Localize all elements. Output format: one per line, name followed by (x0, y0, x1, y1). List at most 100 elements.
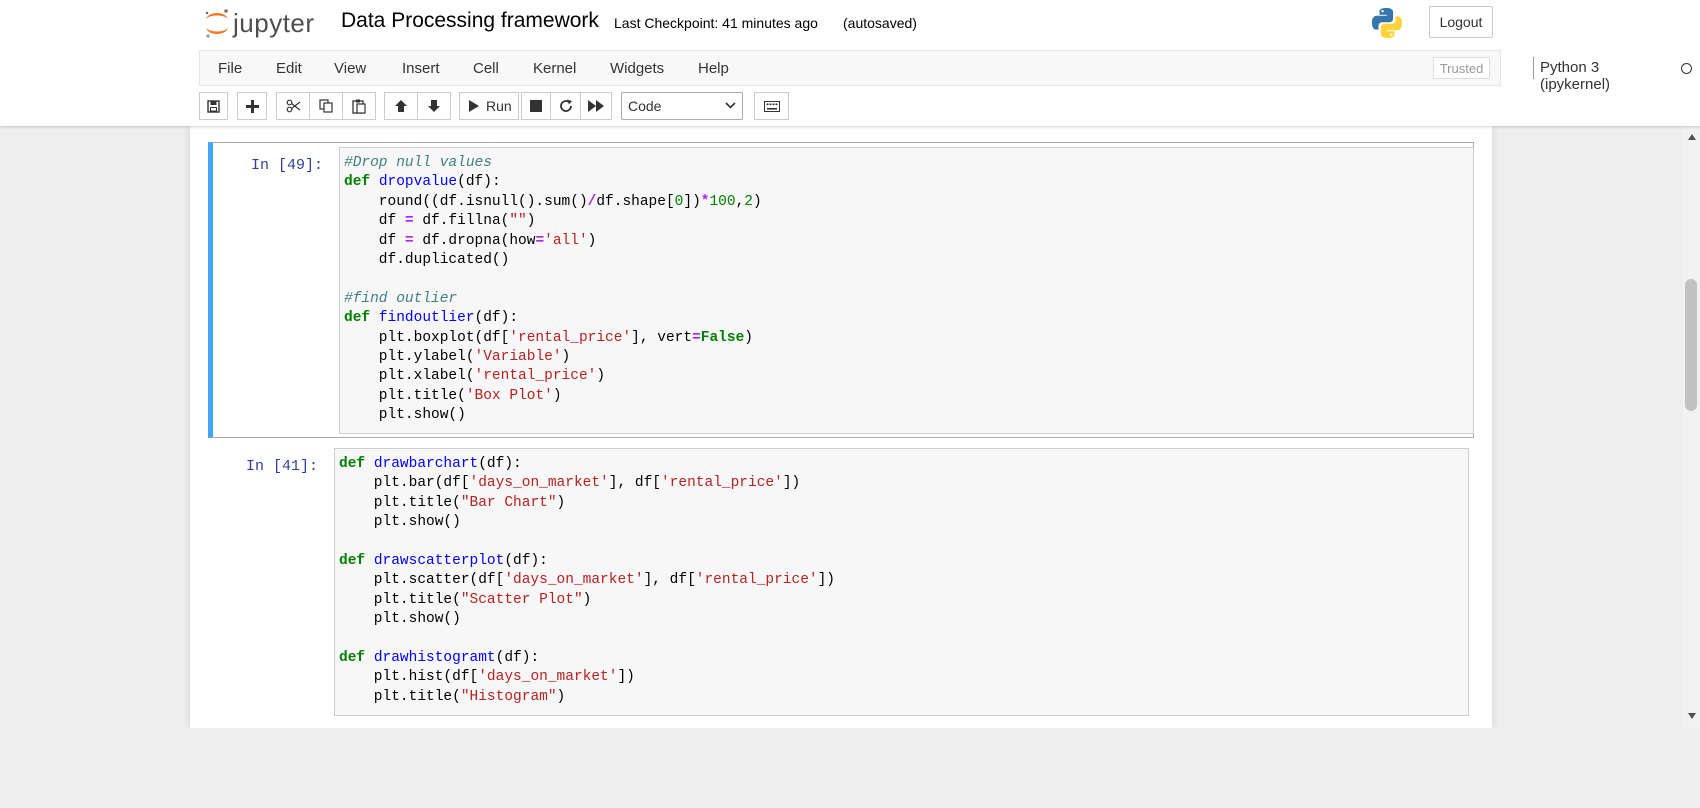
code-token: ) (744, 329, 753, 346)
code-token: plt.title( (344, 387, 466, 404)
code-token: def (344, 174, 371, 191)
code-line: plt.ylabel('Variable') (344, 348, 1469, 367)
restart-run-all-button[interactable] (580, 92, 612, 120)
run-icon (469, 100, 479, 112)
code-token: 'rental_price' (509, 329, 632, 346)
chevron-down-icon (725, 102, 736, 109)
kernel-name[interactable]: Python 3 (ipykernel) (1540, 59, 1610, 93)
jupyter-logo-text: jupyter (233, 7, 315, 38)
menu-cell[interactable]: Cell (473, 60, 499, 77)
code-line: plt.hist(df['days_on_market']) (339, 668, 1464, 687)
trusted-indicator[interactable]: Trusted (1433, 57, 1490, 79)
run-button[interactable]: Run (459, 92, 519, 120)
code-token: ) (552, 387, 562, 404)
code-line: df = df.dropna(how='all') (344, 232, 1469, 251)
code-token: df.dropna(how (413, 232, 536, 249)
python-logo-icon (1370, 6, 1404, 40)
code-token: 2 (744, 193, 753, 210)
code-token: ) (587, 232, 597, 249)
code-token: df (344, 232, 405, 249)
scroll-up-arrow-icon[interactable] (1688, 134, 1696, 140)
code-token: plt.xlabel( (344, 368, 475, 385)
save-button[interactable] (199, 92, 228, 120)
code-editor[interactable]: def drawbarchart(df): plt.bar(df['days_o… (334, 448, 1469, 716)
menu-insert[interactable]: Insert (402, 60, 440, 77)
menu-view[interactable]: View (334, 60, 366, 77)
keyboard-icon (763, 100, 780, 112)
command-palette-button[interactable] (754, 92, 789, 120)
code-token: round((df.isnull().sum() (344, 193, 588, 210)
code-token: ]) (817, 572, 836, 589)
logout-button[interactable]: Logout (1429, 6, 1493, 38)
menu-widgets[interactable]: Widgets (610, 60, 664, 77)
code-token: = (404, 213, 414, 230)
menu-kernel[interactable]: Kernel (533, 60, 576, 77)
code-token: findoutlier (378, 310, 475, 327)
toolbar: Run Code (199, 91, 1501, 122)
code-token: 100 (709, 193, 736, 210)
code-line: plt.title('Box Plot') (344, 387, 1469, 406)
code-token: drawbarchart (373, 456, 479, 472)
move-down-button[interactable] (417, 92, 451, 120)
notebook-title[interactable]: Data Processing framework (341, 9, 599, 33)
code-token: ) (596, 368, 606, 385)
restart-button[interactable] (550, 92, 581, 120)
code-token: "Histogram" (460, 688, 557, 705)
code-token: plt.show() (339, 611, 461, 628)
code-token: , (735, 193, 745, 210)
paste-icon (352, 99, 366, 114)
code-token: drawscatterplot (373, 552, 505, 569)
copy-button[interactable] (309, 92, 343, 120)
scissors-icon (286, 99, 300, 113)
vertical-scrollbar[interactable] (1683, 126, 1700, 728)
menu-file[interactable]: File (218, 60, 242, 77)
code-token: 'Variable' (474, 348, 562, 365)
cell-type-select[interactable]: Code (621, 92, 743, 120)
code-token: plt.title( (339, 688, 461, 705)
interrupt-button[interactable] (521, 92, 551, 120)
code-editor[interactable]: #Drop null values def dropvalue(df): roun… (339, 147, 1474, 434)
code-token: ], vert (631, 329, 693, 346)
code-token: ]) (782, 475, 801, 492)
code-token: ) (556, 688, 566, 705)
page-background (0, 728, 1700, 808)
jupyter-logo[interactable]: jupyter (203, 6, 323, 40)
code-token: ) (556, 494, 566, 511)
notebook-header: jupyter Data Processing framework Last C… (0, 0, 1700, 126)
code-token: 'rental_price' (474, 368, 597, 385)
code-token: 'all' (544, 232, 588, 249)
code-line: def dropvalue(df): (344, 173, 1469, 192)
code-token: = (535, 232, 545, 249)
code-cell[interactable]: In [49]: #Drop null values def dropvalue(… (208, 142, 1474, 438)
scroll-down-arrow-icon[interactable] (1688, 713, 1696, 719)
code-line: plt.show() (339, 513, 1464, 532)
code-line: df.duplicated() (344, 251, 1469, 270)
insert-cell-button[interactable] (237, 92, 267, 120)
code-token: def (339, 552, 366, 569)
code-cell[interactable]: In [41]: def drawbarchart(df): plt.bar(d… (208, 444, 1474, 722)
code-token: plt.show() (344, 407, 466, 424)
code-token: 'Box Plot' (465, 387, 553, 404)
code-token: (df): (457, 174, 501, 191)
notebook-container: In [49]: #Drop null values def dropvalue(… (190, 126, 1492, 728)
move-up-button[interactable] (384, 92, 418, 120)
code-token: ], df[ (608, 475, 661, 492)
code-line: plt.boxplot(df['rental_price'], vert=Fal… (344, 329, 1469, 348)
menu-help[interactable]: Help (698, 60, 729, 77)
code-token: "Scatter Plot" (460, 591, 583, 608)
menu-edit[interactable]: Edit (276, 60, 302, 77)
code-token: 'rental_price' (660, 475, 783, 492)
code-token: 'days_on_market' (469, 475, 609, 492)
paste-button[interactable] (342, 92, 376, 120)
scrollbar-thumb[interactable] (1685, 279, 1697, 411)
code-line: df = df.fillna("") (344, 212, 1469, 231)
cut-button[interactable] (276, 92, 310, 120)
copy-icon (319, 99, 333, 113)
code-token: plt.title( (339, 591, 461, 608)
fast-forward-icon (588, 100, 604, 112)
run-label: Run (486, 98, 512, 114)
